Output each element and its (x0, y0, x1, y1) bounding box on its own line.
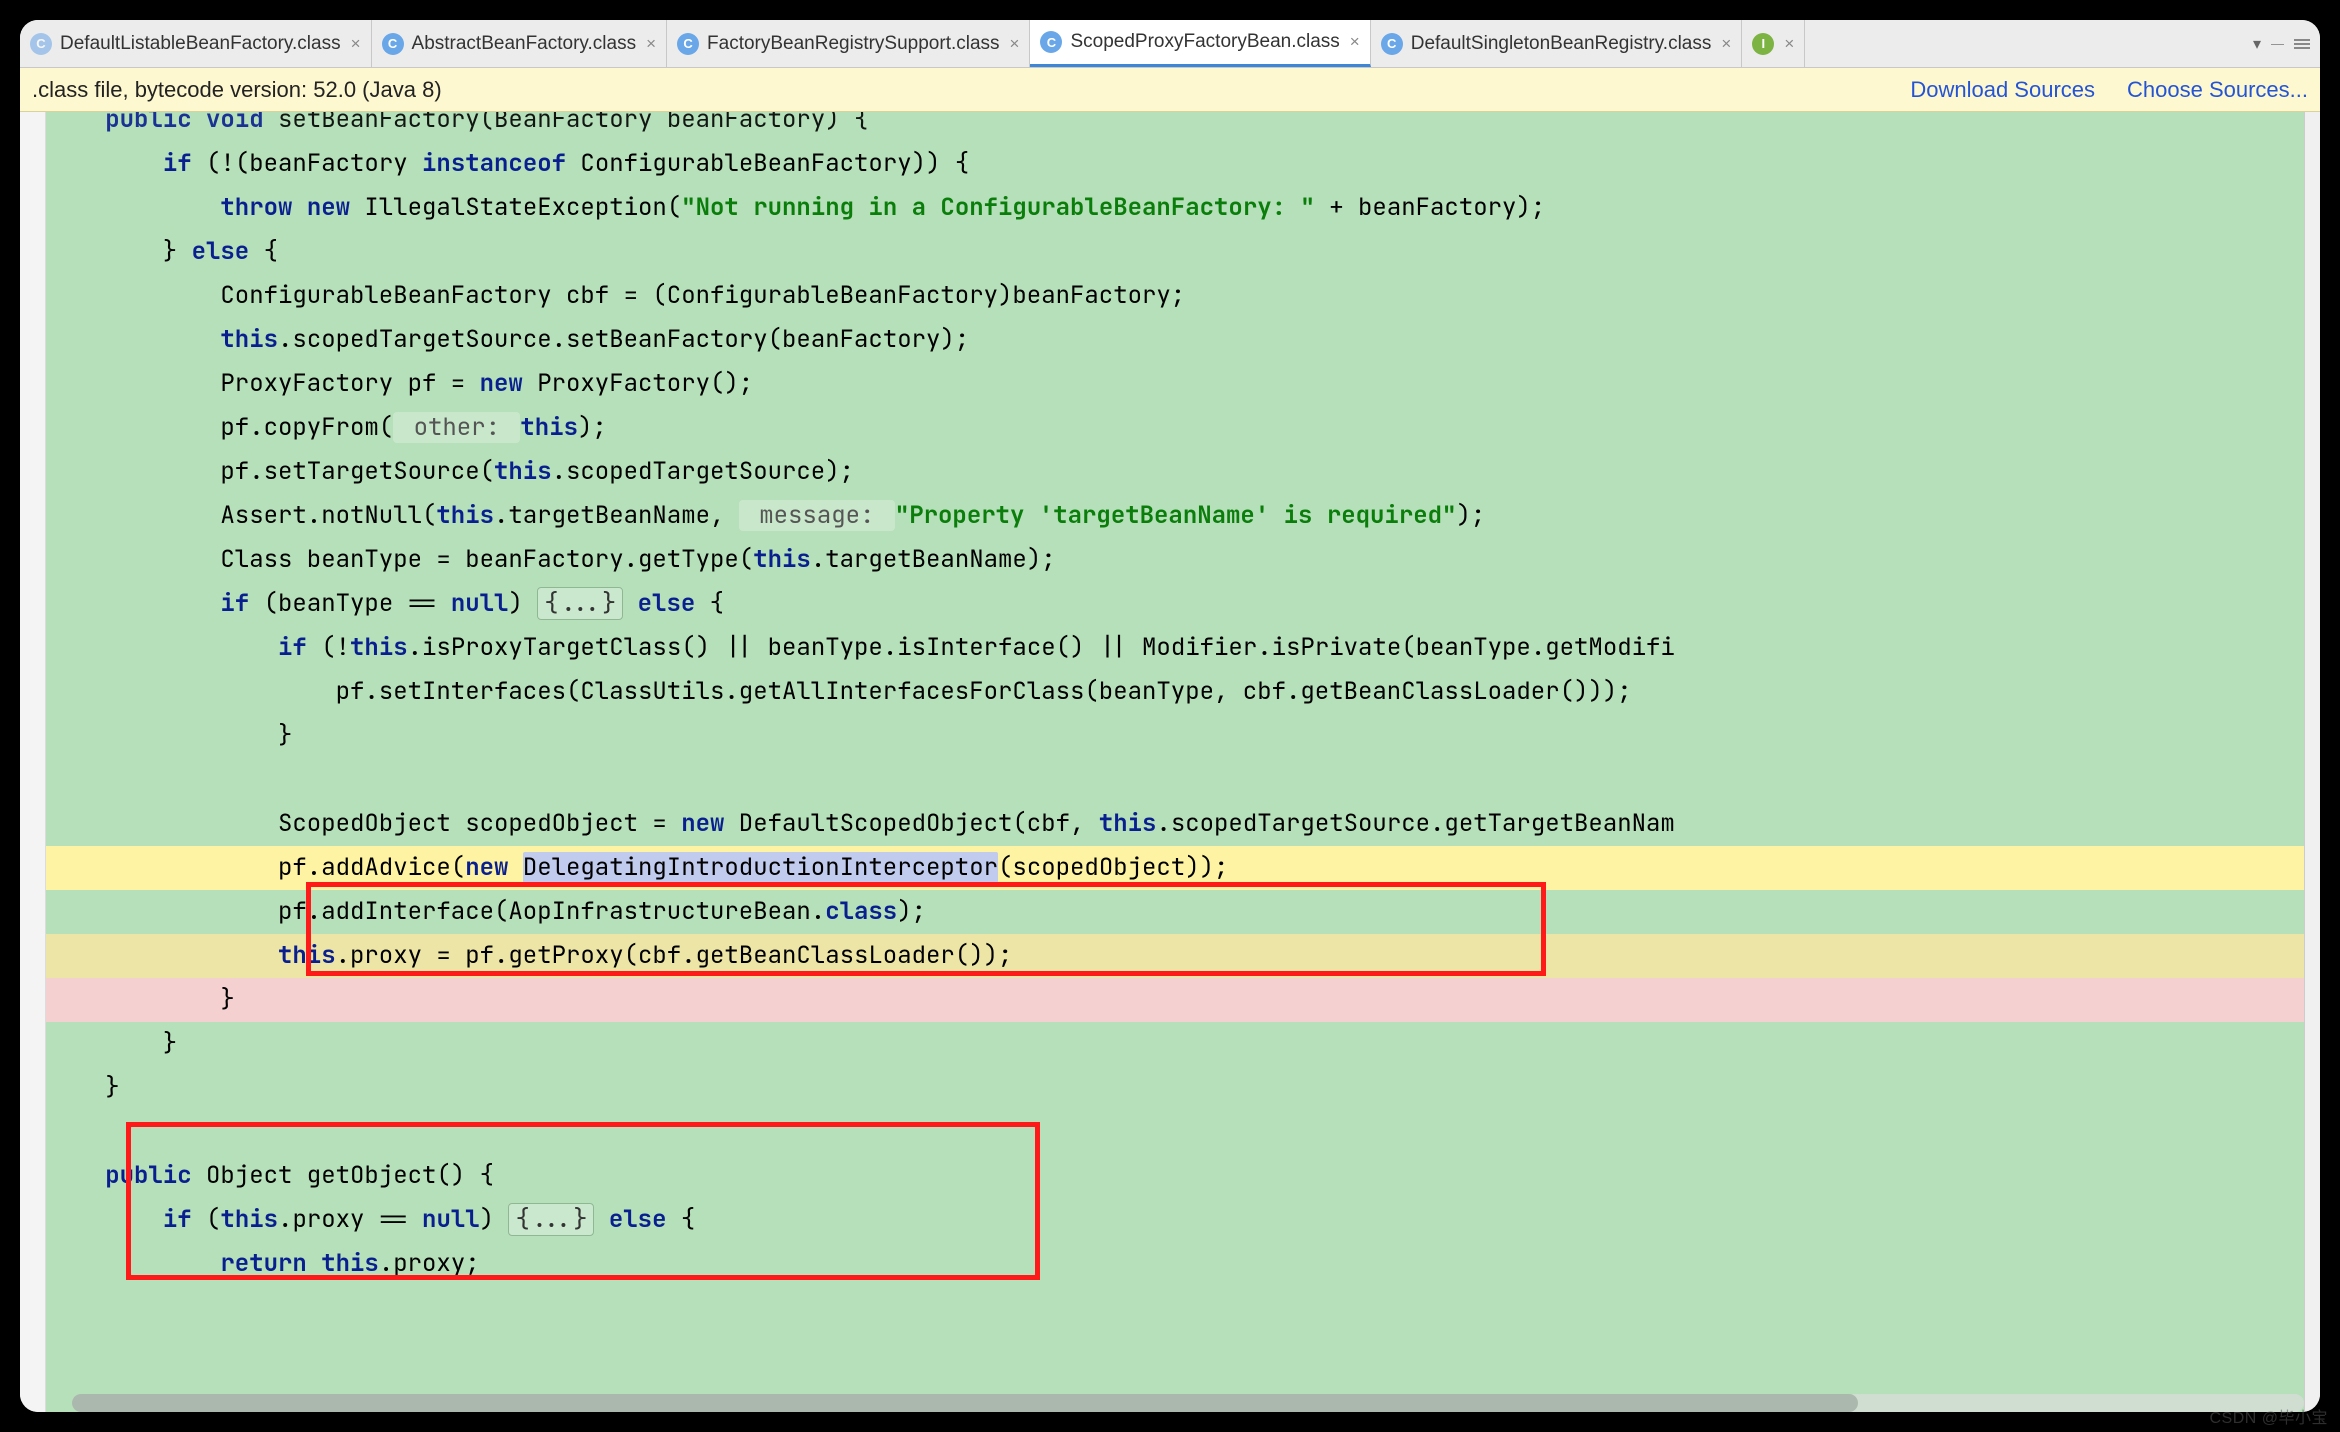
class-file-icon: C (677, 33, 699, 55)
tab-label: FactoryBeanRegistrySupport.class (707, 33, 1000, 55)
class-file-icon: C (30, 33, 52, 55)
class-file-icon: C (382, 33, 404, 55)
code-line: public Object getObject() { (46, 1154, 2304, 1198)
tabs-right-controls: ▾ — (2243, 20, 2320, 67)
horizontal-scrollbar[interactable] (72, 1394, 2304, 1412)
code-line: pf.addInterface(AopInfrastructureBean.cl… (46, 890, 2304, 934)
bytecode-status: .class file, bytecode version: 52.0 (Jav… (32, 77, 442, 103)
menu-icon[interactable] (2294, 39, 2310, 49)
tab-label: AbstractBeanFactory.class (412, 33, 637, 55)
file-tab-5[interactable]: I× (1742, 20, 1805, 67)
code-line: pf.copyFrom( other: this); (46, 406, 2304, 450)
class-file-icon: C (1381, 33, 1403, 55)
code-line: } (46, 1066, 2304, 1110)
file-tab-2[interactable]: C FactoryBeanRegistrySupport.class × (667, 20, 1030, 67)
download-sources-link[interactable]: Download Sources (1910, 77, 2095, 103)
code-line: if (!(beanFactory instanceof Configurabl… (46, 142, 2304, 186)
code-editor[interactable]: public void setBeanFactory(BeanFactory b… (46, 112, 2304, 1412)
close-icon[interactable]: × (351, 34, 361, 54)
code-line: } else { (46, 230, 2304, 274)
editor-area: public void setBeanFactory(BeanFactory b… (20, 112, 2320, 1412)
code-line: } (46, 978, 2304, 1022)
horizontal-scroll-thumb[interactable] (72, 1394, 1858, 1412)
file-tab-0[interactable]: C DefaultListableBeanFactory.class × (20, 20, 372, 67)
file-tab-4[interactable]: C DefaultSingletonBeanRegistry.class × (1371, 20, 1743, 67)
code-line: } (46, 714, 2304, 758)
code-line: ProxyFactory pf = new ProxyFactory(); (46, 362, 2304, 406)
code-line: ScopedObject scopedObject = new DefaultS… (46, 802, 2304, 846)
scroll-strip[interactable] (2304, 112, 2320, 1412)
close-icon[interactable]: × (1010, 34, 1020, 54)
notification-bar: .class file, bytecode version: 52.0 (Jav… (20, 68, 2320, 112)
file-tab-3[interactable]: C ScopedProxyFactoryBean.class × (1030, 20, 1370, 67)
code-line (46, 758, 2304, 802)
close-icon[interactable]: × (1784, 34, 1794, 54)
choose-sources-link[interactable]: Choose Sources... (2127, 77, 2308, 103)
code-line: public void setBeanFactory(BeanFactory b… (46, 112, 2304, 142)
code-line: if (this.proxy == null) {...} else { (46, 1198, 2304, 1242)
code-line: pf.setTargetSource(this.scopedTargetSour… (46, 450, 2304, 494)
code-line: this.scopedTargetSource.setBeanFactory(b… (46, 318, 2304, 362)
code-line: throw new IllegalStateException("Not run… (46, 186, 2304, 230)
code-line: Assert.notNull(this.targetBeanName, mess… (46, 494, 2304, 538)
close-icon[interactable]: × (1350, 32, 1360, 52)
code-line: if (beanType == null) {...} else { (46, 582, 2304, 626)
chevron-down-icon[interactable]: ▾ (2253, 34, 2261, 54)
code-line: ConfigurableBeanFactory cbf = (Configura… (46, 274, 2304, 318)
watermark: CSDN @毕小宝 (2209, 1404, 2328, 1428)
class-file-icon: C (1040, 31, 1062, 53)
tab-label: DefaultSingletonBeanRegistry.class (1411, 33, 1712, 55)
tab-bar: C DefaultListableBeanFactory.class × C Abstr… (20, 20, 2320, 68)
gutter (20, 112, 46, 1412)
tab-label: DefaultListableBeanFactory.class (60, 33, 341, 55)
code-line: pf.addAdvice(new DelegatingIntroductionI… (46, 846, 2304, 890)
code-line: return this.proxy; (46, 1242, 2304, 1286)
code-line: pf.setInterfaces(ClassUtils.getAllInterf… (46, 670, 2304, 714)
tab-label: ScopedProxyFactoryBean.class (1070, 31, 1339, 53)
close-icon[interactable]: × (1721, 34, 1731, 54)
code-line (46, 1110, 2304, 1154)
code-line: Class beanType = beanFactory.getType(thi… (46, 538, 2304, 582)
code-line: this.proxy = pf.getProxy(cbf.getBeanClas… (46, 934, 2304, 978)
code-line: } (46, 1022, 2304, 1066)
close-icon[interactable]: × (646, 34, 656, 54)
file-tab-1[interactable]: C AbstractBeanFactory.class × (372, 20, 668, 67)
code-line: if (!this.isProxyTargetClass() || beanTy… (46, 626, 2304, 670)
dash-icon[interactable]: — (2271, 36, 2284, 51)
ide-window: C DefaultListableBeanFactory.class × C Abstr… (20, 20, 2320, 1412)
class-file-icon: I (1752, 33, 1774, 55)
